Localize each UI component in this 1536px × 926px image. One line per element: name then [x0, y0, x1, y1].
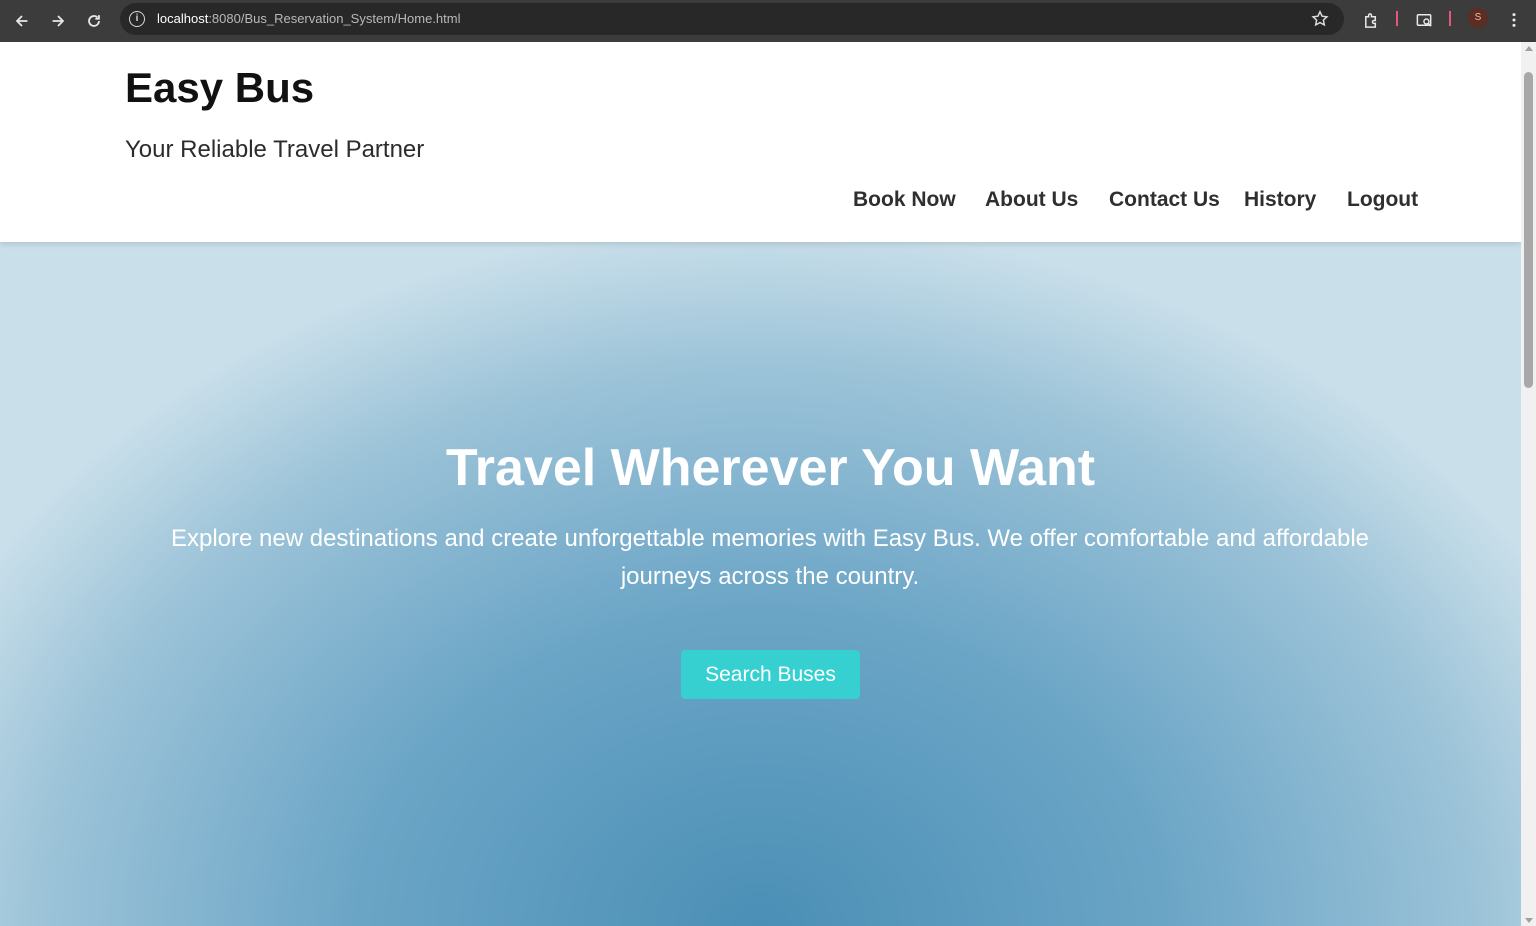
- toolbar-separator: [1396, 11, 1398, 26]
- site-brand: Easy Bus: [125, 64, 315, 111]
- hero-description: Explore new destinations and create unfo…: [170, 525, 1369, 590]
- reload-icon[interactable]: [79, 6, 109, 36]
- tab-search-icon[interactable]: [1411, 7, 1437, 33]
- profile-avatar[interactable]: S: [1468, 8, 1488, 28]
- url-text[interactable]: localhost:8080/Bus_Reservation_System/Ho…: [157, 11, 461, 26]
- bookmark-star-icon[interactable]: [1310, 9, 1330, 29]
- main-nav: Book Now About Us Contact Us History Log…: [0, 188, 1521, 218]
- hero-title: Travel Wherever You Want: [445, 439, 1096, 497]
- site-info-icon[interactable]: i: [129, 11, 145, 27]
- nav-about-us[interactable]: About Us: [985, 188, 1078, 212]
- nav-history[interactable]: History: [1244, 188, 1316, 212]
- back-arrow-icon[interactable]: [7, 6, 37, 36]
- url-path: :8080/Bus_Reservation_System/Home.html: [208, 11, 461, 26]
- search-buses-button[interactable]: Search Buses: [681, 650, 860, 699]
- forward-arrow-icon[interactable]: [43, 6, 73, 36]
- browser-toolbar: i localhost:8080/Bus_Reservation_System/…: [0, 0, 1536, 42]
- url-host: localhost: [157, 11, 209, 26]
- nav-logout[interactable]: Logout: [1347, 188, 1418, 212]
- site-tagline: Your Reliable Travel Partner: [125, 136, 425, 163]
- extensions-icon[interactable]: [1358, 7, 1384, 33]
- page-scrollbar[interactable]: [1521, 42, 1536, 926]
- hero-section: Travel Wherever You Want Explore new des…: [0, 242, 1521, 926]
- browser-menu-icon[interactable]: [1501, 7, 1527, 33]
- nav-book-now[interactable]: Book Now: [853, 188, 956, 212]
- scroll-down-arrow-icon[interactable]: [1525, 918, 1533, 923]
- page-viewport: Easy Bus Your Reliable Travel Partner Bo…: [0, 42, 1521, 926]
- scroll-thumb[interactable]: [1524, 72, 1533, 388]
- site-header: Easy Bus Your Reliable Travel Partner Bo…: [0, 42, 1521, 242]
- address-bar[interactable]: i localhost:8080/Bus_Reservation_System/…: [120, 3, 1344, 35]
- nav-contact-us[interactable]: Contact Us: [1109, 188, 1220, 212]
- scroll-up-arrow-icon[interactable]: [1525, 46, 1533, 51]
- toolbar-separator: [1449, 11, 1451, 26]
